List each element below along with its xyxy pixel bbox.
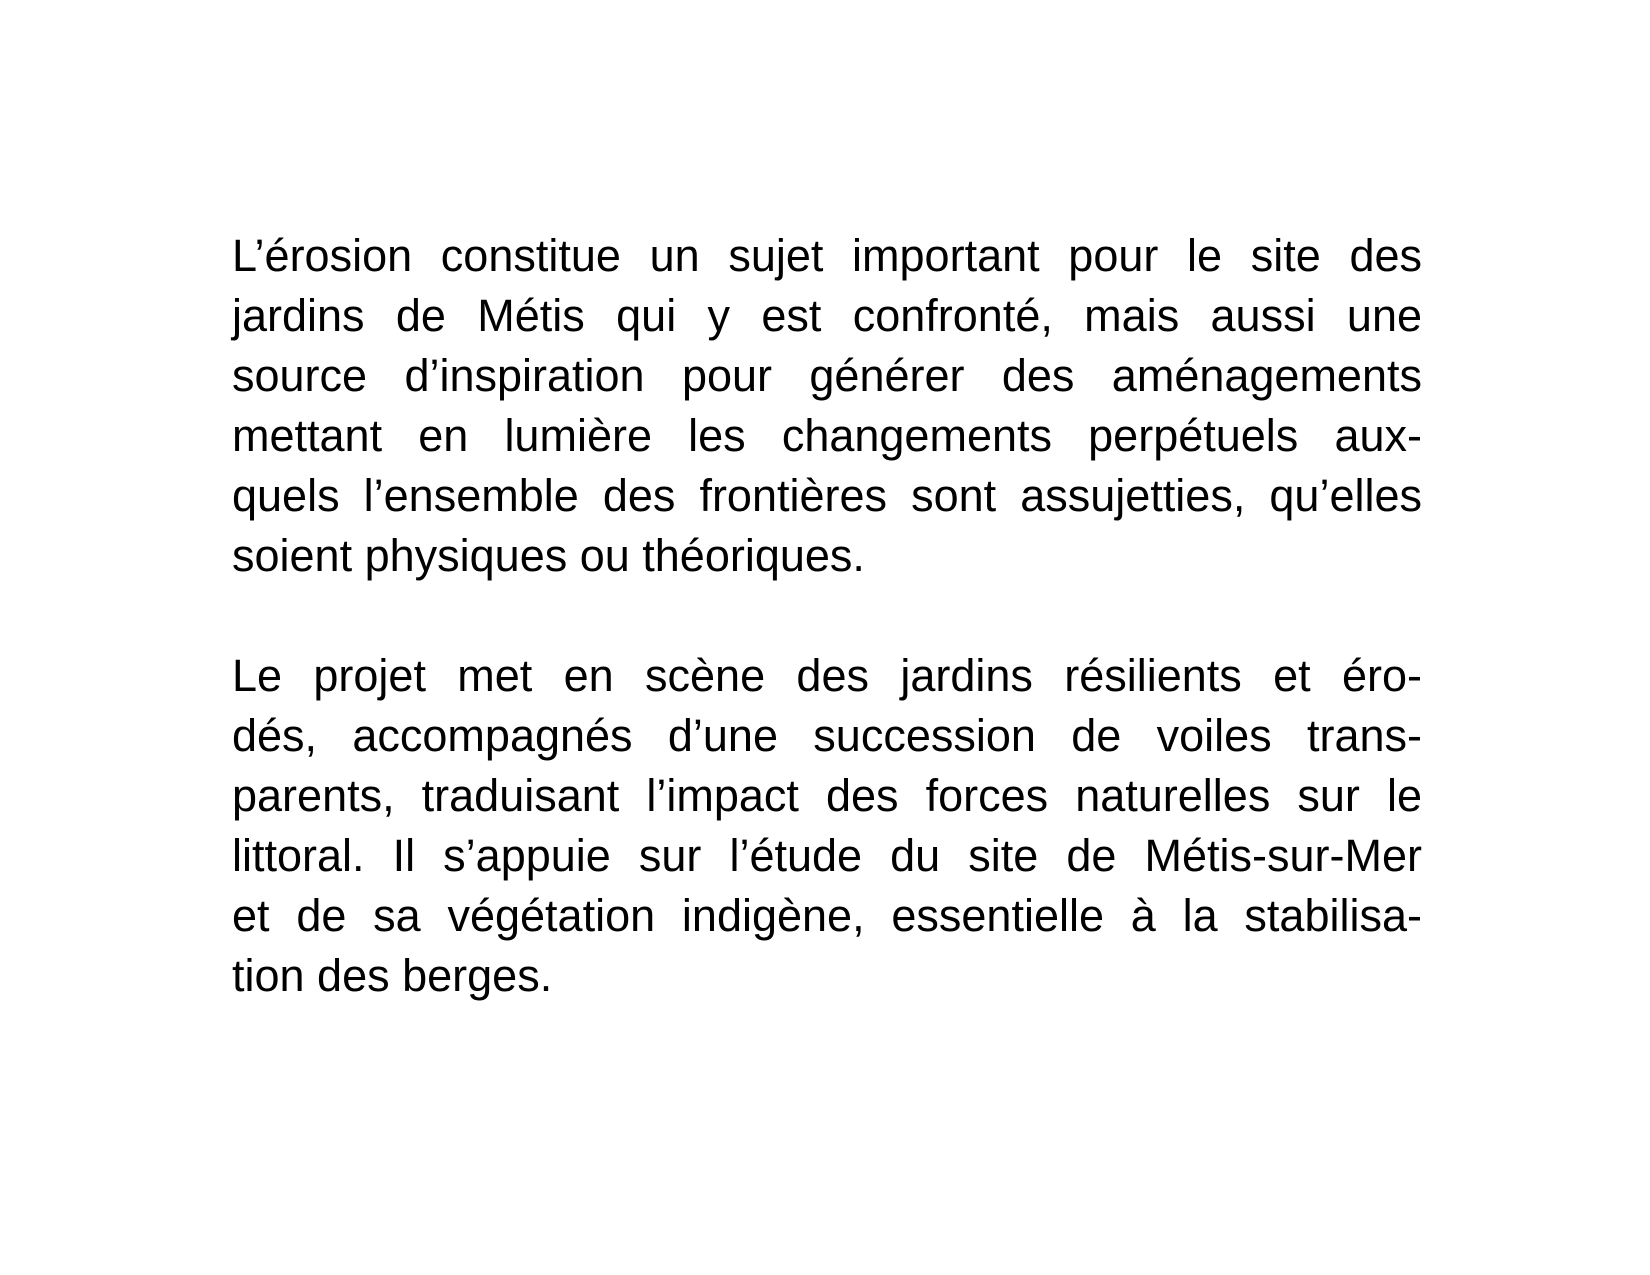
text-line: source d’inspiration pour générer des am… (232, 350, 1422, 401)
text-line: L’érosion constitue un sujet important p… (232, 230, 1422, 281)
text-line: jardins de Métis qui y est confronté, ma… (232, 290, 1422, 341)
text-line: parents, traduisant l’impact des forces … (232, 770, 1422, 821)
paragraph-project: Le projet met en scène des jardins résil… (232, 646, 1422, 1006)
text-line: dés, accompagnés d’une succession de voi… (232, 710, 1422, 761)
text-line: et de sa végétation indigène, essentiell… (232, 890, 1422, 941)
text-line: mettant en lumière les changements perpé… (232, 410, 1422, 461)
document-page: L’érosion constitue un sujet important p… (0, 0, 1650, 1275)
text-line: soient physiques ou théoriques. (232, 530, 865, 581)
text-line: tion des berges. (232, 950, 553, 1001)
body-text: L’érosion constitue un sujet important p… (232, 226, 1422, 1006)
text-line: quels l’ensemble des frontières sont ass… (232, 470, 1422, 521)
text-line: littoral. Il s’appuie sur l’étude du sit… (232, 830, 1422, 881)
paragraph-erosion: L’érosion constitue un sujet important p… (232, 226, 1422, 586)
text-line: Le projet met en scène des jardins résil… (232, 650, 1422, 701)
